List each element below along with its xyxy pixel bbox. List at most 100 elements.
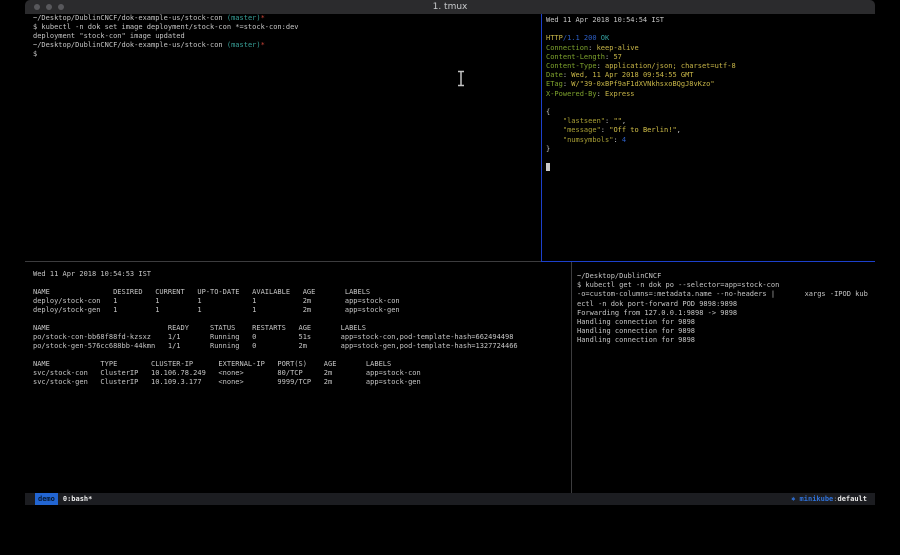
terminal-text: Handling connection for 9898 bbox=[577, 327, 695, 335]
terminal-text: $ kubectl -n dok set image deployment/st… bbox=[33, 23, 299, 31]
terminal-text: ~/Desktop/DublinCNCF/dok-example-us/stoc… bbox=[33, 41, 227, 49]
kubernetes-helm-icon: ⎈ bbox=[791, 495, 795, 503]
terminal-text: svc/stock-gen ClusterIP 10.109.3.177 <no… bbox=[33, 378, 421, 386]
terminal-text: Connection bbox=[546, 44, 588, 52]
terminal-line: po/stock-gen-576cc688bb-44kmn 1/1 Runnin… bbox=[33, 342, 518, 351]
session-name-badge[interactable]: demo bbox=[35, 493, 58, 505]
terminal-text: ectl -n dok port-forward POD 9898:9898 bbox=[577, 300, 737, 308]
terminal-line: } bbox=[546, 145, 736, 154]
terminal-text: application/json; charset=utf-8 bbox=[605, 62, 736, 70]
terminal-line bbox=[546, 25, 736, 34]
terminal-text: Date bbox=[546, 71, 563, 79]
terminal-line: ~/Desktop/DublinCNCF/dok-example-us/stoc… bbox=[33, 14, 299, 23]
terminal-line: HTTP/1.1 200 OK bbox=[546, 34, 736, 43]
terminal-text: deploy/stock-gen 1 1 1 1 2m app=stock-ge… bbox=[33, 306, 400, 314]
terminal-text bbox=[546, 136, 563, 144]
terminal-line: Handling connection for 9898 bbox=[577, 336, 868, 345]
terminal-text: Content-Length bbox=[546, 53, 605, 61]
terminal-text: (master) bbox=[227, 41, 261, 49]
terminal-line bbox=[546, 163, 736, 172]
terminal-line: X-Powered-By: Express bbox=[546, 90, 736, 99]
pane-divider-vertical-top[interactable] bbox=[541, 14, 542, 261]
terminal-line: svc/stock-gen ClusterIP 10.109.3.177 <no… bbox=[33, 378, 518, 387]
terminal-text: ~/Desktop/DublinCNCF/dok-example-us/stoc… bbox=[33, 14, 227, 22]
terminal-line: Date: Wed, 11 Apr 2018 09:54:55 GMT bbox=[546, 71, 736, 80]
terminal-text: : bbox=[613, 136, 621, 144]
terminal-text: "" bbox=[613, 117, 621, 125]
status-right: ⎈ minikube:default bbox=[791, 493, 867, 505]
terminal-line: NAME READY STATUS RESTARTS AGE LABELS bbox=[33, 324, 518, 333]
terminal-line: deploy/stock-con 1 1 1 1 2m app=stock-co… bbox=[33, 297, 518, 306]
traffic-lights bbox=[34, 4, 64, 10]
terminal-text: Handling connection for 9898 bbox=[577, 318, 695, 326]
terminal-text: po/stock-con-bb68f88fd-kzsxz 1/1 Running… bbox=[33, 333, 513, 341]
terminal-text: Wed, 11 Apr 2018 09:54:55 GMT bbox=[571, 71, 693, 79]
ibeam-cursor-icon bbox=[456, 70, 466, 91]
terminal-line: "numsymbols": 4 bbox=[546, 136, 736, 145]
terminal-text: $ kubectl get -n dok po --selector=app=s… bbox=[577, 281, 779, 289]
terminal-text: : bbox=[597, 90, 605, 98]
screen: { "window": { "title": "1. tmux", "mouse… bbox=[0, 0, 900, 555]
terminal-text: "message" bbox=[563, 126, 601, 134]
terminal-text: "lastseen" bbox=[563, 117, 605, 125]
terminal-line: Content-Type: application/json; charset=… bbox=[546, 62, 736, 71]
window-titlebar[interactable]: 1. tmux bbox=[25, 0, 875, 14]
terminal-text: { bbox=[546, 108, 550, 116]
pane-divider-vertical-bottom[interactable] bbox=[571, 262, 572, 493]
pane-http-response[interactable]: Wed 11 Apr 2018 10:54:54 IST HTTP/1.1 20… bbox=[546, 16, 736, 172]
terminal-line bbox=[33, 315, 518, 324]
terminal-line: deploy/stock-gen 1 1 1 1 2m app=stock-ge… bbox=[33, 306, 518, 315]
pane-port-forward[interactable]: ~/Desktop/DublinCNCF$ kubectl get -n dok… bbox=[577, 272, 868, 346]
window-title: 1. tmux bbox=[25, 0, 875, 14]
tmux-status-bar: demo 0:bash* ⎈ minikube:default bbox=[25, 493, 875, 505]
terminal-text: Wed 11 Apr 2018 10:54:54 IST bbox=[546, 16, 664, 24]
terminal-text: 4 bbox=[622, 136, 626, 144]
terminal-text: Forwarding from 127.0.0.1:9898 -> 9898 bbox=[577, 309, 737, 317]
terminal-line: $ bbox=[33, 50, 299, 59]
terminal-text: HTTP bbox=[546, 34, 563, 42]
terminal-text: 57 bbox=[613, 53, 621, 61]
terminal-line: ~/Desktop/DublinCNCF/dok-example-us/stoc… bbox=[33, 41, 299, 50]
terminal-line: { bbox=[546, 108, 736, 117]
terminal-line bbox=[546, 99, 736, 108]
pane-divider-horizontal-left[interactable] bbox=[25, 261, 541, 262]
terminal-line: NAME TYPE CLUSTER-IP EXTERNAL-IP PORT(S)… bbox=[33, 360, 518, 369]
close-button[interactable] bbox=[34, 4, 40, 10]
fullscreen-button[interactable] bbox=[58, 4, 64, 10]
terminal-line: Content-Length: 57 bbox=[546, 53, 736, 62]
pane-kubectl-get-watch[interactable]: Wed 11 Apr 2018 10:54:53 IST NAME DESIRE… bbox=[33, 270, 518, 387]
terminal-text: Express bbox=[605, 90, 635, 98]
terminal-line: po/stock-con-bb68f88fd-kzsxz 1/1 Running… bbox=[33, 333, 518, 342]
minimize-button[interactable] bbox=[46, 4, 52, 10]
terminal-line: Forwarding from 127.0.0.1:9898 -> 9898 bbox=[577, 309, 868, 318]
terminal-line: Connection: keep-alive bbox=[546, 44, 736, 53]
pane-shell-kubectl-set-image[interactable]: ~/Desktop/DublinCNCF/dok-example-us/stoc… bbox=[33, 14, 299, 59]
terminal-line: ectl -n dok port-forward POD 9898:9898 bbox=[577, 300, 868, 309]
pane-divider-horizontal-right[interactable] bbox=[541, 261, 875, 262]
terminal-text: W/"39-0xBPf9aF1dXVNkhsxoBQgJ8vKzo" bbox=[571, 80, 714, 88]
kube-namespace-label: default bbox=[837, 495, 867, 503]
terminal-line bbox=[33, 351, 518, 360]
terminal-text: $ bbox=[33, 50, 37, 58]
terminal-text: ETag bbox=[546, 80, 563, 88]
terminal-line: Wed 11 Apr 2018 10:54:54 IST bbox=[546, 16, 736, 25]
terminal-text: deploy/stock-con 1 1 1 1 2m app=stock-co… bbox=[33, 297, 400, 305]
terminal-text: Wed 11 Apr 2018 10:54:53 IST bbox=[33, 270, 151, 278]
terminal-text: -o=custom-columns=:metadata.name --no-he… bbox=[577, 290, 868, 298]
terminal-text: } bbox=[546, 145, 550, 153]
window-tab-bash[interactable]: 0:bash* bbox=[63, 495, 93, 503]
terminal-text: (master) bbox=[227, 14, 261, 22]
terminal-line: $ kubectl get -n dok po --selector=app=s… bbox=[577, 281, 868, 290]
terminal-line: Handling connection for 9898 bbox=[577, 327, 868, 336]
terminal-text: deployment "stock-con" image updated bbox=[33, 32, 185, 40]
terminal-text: NAME DESIRED CURRENT UP-TO-DATE AVAILABL… bbox=[33, 288, 370, 296]
terminal-text: svc/stock-con ClusterIP 10.106.78.249 <n… bbox=[33, 369, 421, 377]
terminal-text: * bbox=[261, 41, 265, 49]
terminal-text: "Off to Berlin!" bbox=[609, 126, 676, 134]
terminal-text: ~/Desktop/DublinCNCF bbox=[577, 272, 661, 280]
terminal-line: deployment "stock-con" image updated bbox=[33, 32, 299, 41]
terminal-text: : bbox=[588, 44, 596, 52]
terminal-line: NAME DESIRED CURRENT UP-TO-DATE AVAILABL… bbox=[33, 288, 518, 297]
terminal-line: svc/stock-con ClusterIP 10.106.78.249 <n… bbox=[33, 369, 518, 378]
terminal-text: X-Powered-By bbox=[546, 90, 597, 98]
